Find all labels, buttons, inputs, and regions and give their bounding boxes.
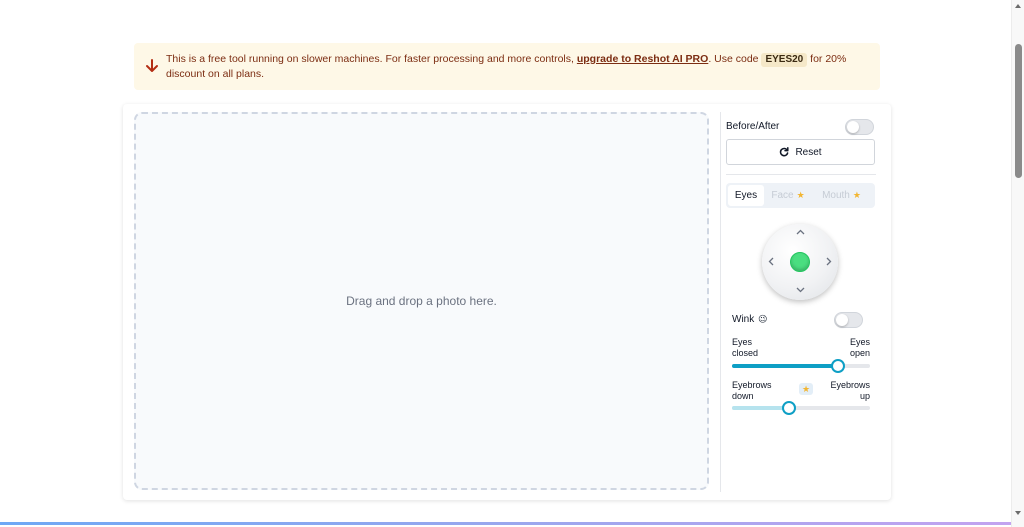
arrow-down-icon xyxy=(146,59,158,72)
pro-star-icon: ★ xyxy=(852,190,861,200)
panel-separator xyxy=(726,174,876,175)
eyebrows-up-label: Eyebrows up xyxy=(830,380,870,401)
toggle-knob xyxy=(836,314,848,326)
pro-star-icon: ★ xyxy=(796,190,805,200)
eye-direction-joystick[interactable] xyxy=(762,224,838,300)
tab-face-label: Face xyxy=(771,190,794,201)
page: This is a free tool running on slower ma… xyxy=(0,0,1024,527)
scroll-down-arrow-icon[interactable] xyxy=(1015,511,1021,515)
before-after-label: Before/After xyxy=(726,121,780,132)
eyes-open-label: Eyes open xyxy=(849,337,870,358)
star-icon: ★ xyxy=(801,383,811,394)
bottom-accent-bar xyxy=(0,522,1011,525)
chevron-down-icon xyxy=(796,285,805,296)
page-scrollbar[interactable] xyxy=(1011,0,1024,527)
photo-dropzone[interactable]: Drag and drop a photo here. xyxy=(134,112,709,490)
discount-code: EYES20 xyxy=(761,53,808,67)
eyes-closed-label: Eyes closed xyxy=(732,337,759,358)
slider-thumb[interactable] xyxy=(831,359,845,373)
tab-mouth-label: Mouth xyxy=(822,190,850,201)
joystick-handle[interactable] xyxy=(790,252,810,272)
toggle-knob xyxy=(847,121,859,133)
eyebrows-slider-labels: Eyebrows down ★ Eyebrows up xyxy=(732,380,870,404)
before-after-toggle[interactable] xyxy=(845,119,874,135)
wink-label: Wink xyxy=(732,314,755,325)
reset-button[interactable]: Reset xyxy=(726,139,875,165)
editor-card: Drag and drop a photo here. Before/After… xyxy=(123,104,891,500)
tab-face[interactable]: Face ★ xyxy=(764,185,812,206)
scroll-thumb[interactable] xyxy=(1015,44,1022,178)
feature-tabs: Eyes Face ★ Mouth ★ xyxy=(726,183,875,208)
wink-emoji-icon: 😉 xyxy=(758,314,768,324)
reset-label: Reset xyxy=(795,146,822,158)
wink-row: Wink 😉 xyxy=(732,311,870,329)
tab-eyes-label: Eyes xyxy=(734,190,758,201)
eyes-openness-slider[interactable] xyxy=(732,359,870,373)
upgrade-link[interactable]: upgrade to Reshot AI PRO xyxy=(577,53,708,65)
slider-fill xyxy=(732,364,838,368)
scroll-up-arrow-icon[interactable] xyxy=(1015,4,1021,8)
pro-star-badge: ★ xyxy=(799,383,813,395)
notice-text-before: This is a free tool running on slower ma… xyxy=(166,53,577,65)
eyes-slider-labels: Eyes closed Eyes open xyxy=(732,337,870,361)
slider-thumb[interactable] xyxy=(782,401,796,415)
chevron-right-icon xyxy=(826,257,832,269)
eyebrows-down-label: Eyebrows down xyxy=(732,380,772,401)
panel-divider xyxy=(720,112,721,492)
chevron-left-icon xyxy=(768,257,774,269)
notice-text-middle: . Use code xyxy=(708,53,762,65)
before-after-row: Before/After xyxy=(726,118,876,136)
slider-fill xyxy=(732,406,789,410)
dropzone-text: Drag and drop a photo here. xyxy=(346,294,497,308)
eyebrows-slider[interactable] xyxy=(732,401,870,415)
tab-mouth[interactable]: Mouth ★ xyxy=(812,185,871,206)
chevron-up-icon xyxy=(796,227,805,238)
wink-toggle[interactable] xyxy=(834,312,863,328)
promo-notice-banner: This is a free tool running on slower ma… xyxy=(134,43,880,90)
tab-eyes[interactable]: Eyes xyxy=(728,185,764,206)
refresh-icon xyxy=(780,147,789,157)
